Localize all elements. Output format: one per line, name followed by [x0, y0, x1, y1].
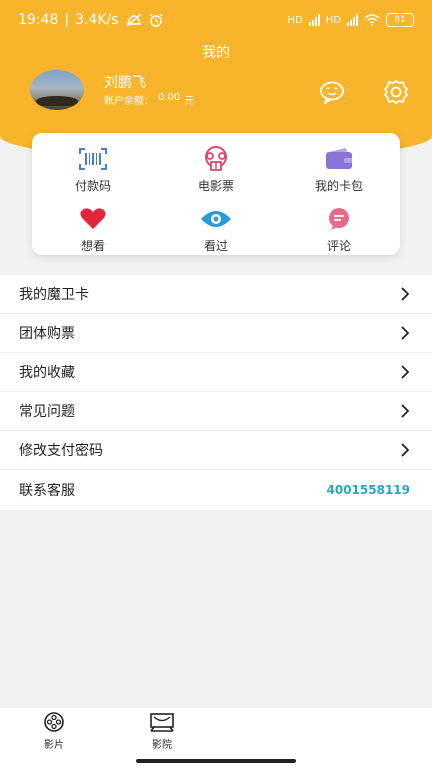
user-name: 刘鹏飞 — [104, 75, 146, 91]
card-wallet-button[interactable]: 我的卡包 — [278, 145, 400, 199]
hd-label-1: HD — [287, 14, 303, 26]
chevron-right-icon — [401, 287, 410, 301]
page-title: 我的 — [202, 45, 230, 61]
chevron-right-icon — [401, 326, 410, 340]
signal-icon — [308, 14, 320, 26]
status-separator: | — [64, 12, 70, 28]
comment-icon — [329, 208, 349, 230]
service-phone-link[interactable]: 4001558119 — [327, 483, 411, 497]
want-to-see-button[interactable]: 想看 — [32, 205, 154, 259]
tab-films-label: 影片 — [44, 740, 64, 751]
settings-menu: 我的魔卫卡 团体购票 我的收藏 常见问题 修改支付密码 联系客服 4001558… — [0, 275, 432, 510]
ticket-icon — [205, 146, 227, 171]
battery-indicator: 81 — [386, 13, 414, 27]
signal-icon-2 — [347, 14, 358, 26]
chevron-right-icon — [401, 404, 410, 418]
pay-code-button[interactable]: 付款码 — [32, 145, 154, 199]
menu-item-mowei-card[interactable]: 我的魔卫卡 — [0, 275, 432, 314]
hd-label-2: HD — [325, 14, 341, 26]
tab-cinemas[interactable]: 影院 — [132, 712, 192, 751]
watched-button[interactable]: 看过 — [155, 205, 277, 259]
movie-ticket-label: 电影票 — [197, 179, 234, 193]
menu-item-label: 我的收藏 — [19, 365, 75, 381]
watched-label: 看过 — [203, 239, 228, 253]
menu-item-label: 修改支付密码 — [19, 443, 103, 459]
movie-ticket-button[interactable]: 电影票 — [155, 145, 277, 199]
status-time: 19:48 — [18, 12, 59, 28]
pay-code-label: 付款码 — [74, 179, 111, 193]
contact-label: 联系客服 — [19, 483, 75, 499]
film-reel-icon — [44, 712, 64, 732]
chevron-right-icon — [401, 365, 410, 379]
quick-actions-card: 付款码 电影票 我的卡包 想看 看过 评论 — [32, 133, 400, 255]
menu-item-label: 团体购票 — [19, 326, 75, 342]
balance-unit: 元 — [184, 96, 195, 107]
heart-icon — [80, 208, 106, 229]
barcode-icon — [79, 148, 107, 170]
menu-item-contact-service[interactable]: 联系客服 4001558119 — [0, 470, 432, 510]
message-icon[interactable] — [318, 78, 346, 106]
home-indicator[interactable] — [136, 759, 296, 763]
card-wallet-label: 我的卡包 — [314, 179, 363, 193]
menu-item-label: 常见问题 — [19, 404, 75, 420]
avatar[interactable] — [30, 70, 84, 110]
cinema-screen-icon — [150, 713, 174, 732]
want-to-see-label: 想看 — [80, 239, 105, 253]
tab-cinemas-label: 影院 — [152, 740, 172, 751]
menu-item-faq[interactable]: 常见问题 — [0, 392, 432, 431]
menu-item-favorites[interactable]: 我的收藏 — [0, 353, 432, 392]
network-speed: 3.4K/s — [75, 12, 119, 28]
eye-icon — [201, 211, 231, 227]
comment-button[interactable]: 评论 — [278, 205, 400, 259]
menu-item-group-tickets[interactable]: 团体购票 — [0, 314, 432, 353]
notification-off-icon — [126, 13, 142, 27]
menu-item-label: 我的魔卫卡 — [19, 287, 89, 303]
settings-gear-icon[interactable] — [382, 78, 410, 106]
comment-label: 评论 — [326, 239, 351, 253]
balance-label: 账户余额： — [104, 96, 154, 107]
wifi-icon — [364, 14, 380, 26]
wallet-icon — [326, 148, 352, 169]
tab-films[interactable]: 影片 — [24, 712, 84, 751]
status-bar: 19:48 | 3.4K/s HD HD 81 — [0, 0, 432, 40]
chevron-right-icon — [401, 443, 410, 457]
alarm-icon — [149, 13, 163, 27]
balance-value: 0.00 — [158, 92, 181, 103]
account-balance: 账户余额： 0.00 元 — [104, 92, 194, 107]
menu-item-change-pay-password[interactable]: 修改支付密码 — [0, 431, 432, 470]
